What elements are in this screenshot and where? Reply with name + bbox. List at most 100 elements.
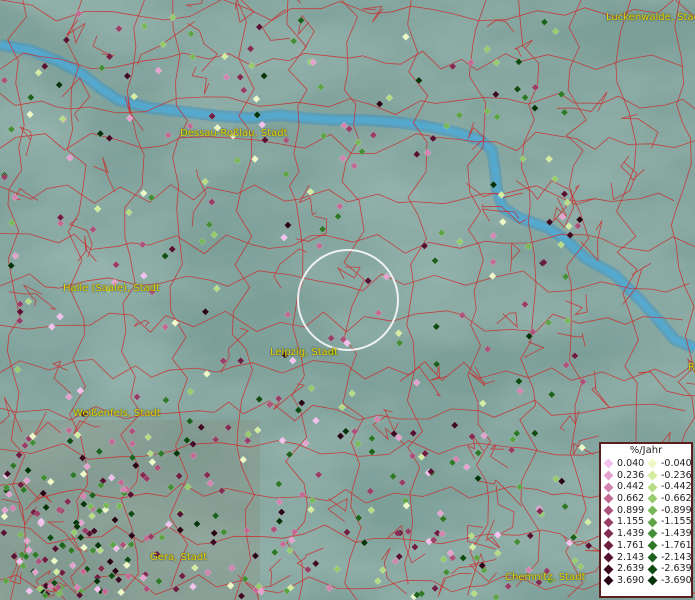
map-view[interactable]: Luckenwalde, Stadt Dessau-Roßlau, Stadt … [0,0,695,600]
station-marker[interactable] [269,525,278,534]
station-marker[interactable] [184,482,192,491]
station-marker[interactable] [277,508,286,517]
station-marker[interactable] [68,561,77,570]
station-marker[interactable] [115,502,124,511]
station-marker[interactable] [303,565,312,574]
station-marker[interactable] [51,544,60,553]
station-marker[interactable] [161,396,170,405]
station-marker[interactable] [16,530,25,539]
station-marker[interactable] [367,434,376,443]
station-marker[interactable] [142,584,151,593]
station-marker[interactable] [368,447,376,456]
station-marker[interactable] [8,504,17,513]
station-marker[interactable] [311,559,320,568]
station-marker[interactable] [138,240,147,249]
station-marker[interactable] [327,334,336,343]
station-marker[interactable] [34,557,43,566]
station-marker[interactable] [448,62,457,71]
station-marker[interactable] [483,45,492,54]
station-marker[interactable] [189,582,197,591]
station-marker[interactable] [570,351,579,360]
station-marker[interactable] [206,479,215,488]
station-marker[interactable] [114,575,123,584]
station-marker[interactable] [493,530,502,539]
station-marker[interactable] [83,462,92,471]
station-marker[interactable] [298,490,307,499]
station-marker[interactable] [10,552,19,561]
station-marker[interactable] [334,212,342,221]
station-marker[interactable] [10,193,19,202]
station-marker[interactable] [112,260,121,269]
station-marker[interactable] [39,473,48,482]
station-marker[interactable] [244,430,253,439]
station-marker[interactable] [25,587,34,595]
station-marker[interactable] [408,451,417,460]
station-marker[interactable] [76,533,85,542]
station-marker[interactable] [540,18,549,27]
station-marker[interactable] [285,546,294,555]
station-marker[interactable] [508,435,517,444]
station-marker[interactable] [442,568,451,577]
station-marker[interactable] [40,62,49,71]
station-marker[interactable] [47,322,56,331]
station-marker[interactable] [233,156,242,165]
station-marker[interactable] [88,491,97,500]
station-marker[interactable] [65,426,73,435]
station-marker[interactable] [423,148,432,157]
station-marker[interactable] [140,22,149,31]
station-marker[interactable] [571,556,580,565]
station-marker[interactable] [297,398,306,407]
station-marker[interactable] [207,198,216,206]
station-marker[interactable] [25,546,33,555]
station-marker[interactable] [31,550,40,559]
station-marker[interactable] [333,565,342,574]
station-marker[interactable] [210,230,219,239]
station-marker[interactable] [282,170,291,179]
station-marker[interactable] [124,572,133,581]
station-marker[interactable] [516,386,525,395]
station-marker[interactable] [148,458,157,467]
station-marker[interactable] [224,423,233,432]
station-marker[interactable] [56,213,65,222]
station-marker[interactable] [55,80,64,89]
station-marker[interactable] [341,427,350,436]
station-marker[interactable] [247,61,256,70]
station-marker[interactable] [354,439,363,448]
station-marker[interactable] [79,500,88,509]
station-marker[interactable] [551,27,560,36]
station-marker[interactable] [154,577,163,586]
station-marker[interactable] [270,548,279,557]
station-marker[interactable] [203,568,212,577]
station-marker[interactable] [88,546,97,555]
station-marker[interactable] [211,435,220,444]
station-marker[interactable] [458,311,467,320]
station-marker[interactable] [478,399,487,408]
station-marker[interactable] [278,540,287,549]
station-marker[interactable] [275,517,284,526]
station-marker[interactable] [26,93,35,102]
station-marker[interactable] [369,131,378,140]
station-marker[interactable] [15,316,24,325]
station-marker[interactable] [514,377,523,386]
station-marker[interactable] [255,395,264,404]
station-marker[interactable] [52,567,61,576]
station-marker[interactable] [157,449,166,458]
station-marker[interactable] [146,449,155,458]
station-marker[interactable] [274,394,283,403]
station-marker[interactable] [410,543,419,551]
station-marker[interactable] [491,90,500,99]
station-marker[interactable] [128,453,137,462]
station-marker[interactable] [0,512,9,521]
station-marker[interactable] [26,110,34,119]
station-marker[interactable] [154,66,163,75]
station-marker[interactable] [398,478,407,487]
station-marker[interactable] [283,221,292,230]
station-marker[interactable] [93,204,102,213]
station-marker[interactable] [315,241,324,250]
station-marker[interactable] [498,217,507,226]
station-marker[interactable] [412,378,421,387]
station-marker[interactable] [211,511,220,520]
station-marker[interactable] [450,421,459,430]
station-marker[interactable] [189,451,198,460]
station-marker[interactable] [88,512,97,520]
